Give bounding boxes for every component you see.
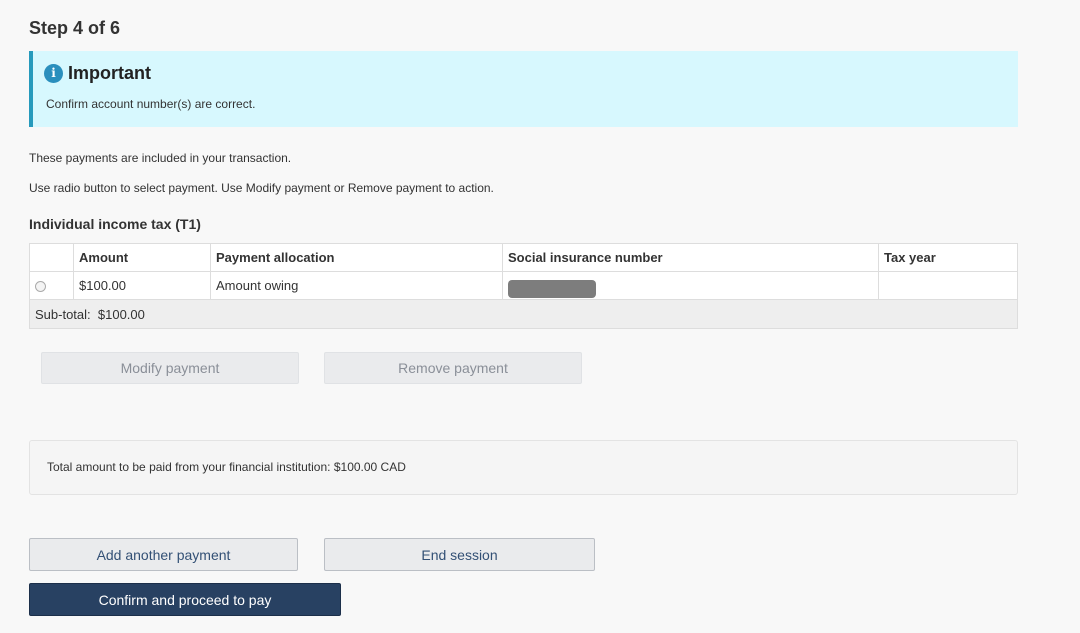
table-header-row: Amount Payment allocation Social insuran…: [29, 243, 1018, 272]
end-session-button[interactable]: End session: [324, 538, 595, 571]
header-tax-year: Tax year: [878, 243, 1018, 272]
alert-header: i Important: [44, 63, 151, 84]
total-label: Total amount to be paid from your financ…: [47, 460, 331, 474]
subtotal-label: Sub-total:: [35, 306, 91, 322]
amount-cell: $100.00: [73, 271, 211, 300]
info-icon: i: [44, 64, 63, 83]
intro-text: These payments are included in your tran…: [29, 151, 292, 165]
table-row: $100.00 Amount owing: [29, 271, 1018, 300]
subtotal-value: $100.00: [97, 306, 145, 322]
alert-title: Important: [68, 63, 151, 83]
payment-radio-button[interactable]: [35, 281, 46, 293]
remove-payment-button[interactable]: Remove payment: [324, 352, 582, 384]
alert-message: Confirm account number(s) are correct.: [46, 97, 256, 111]
instructions-text: Use radio button to select payment. Use …: [29, 181, 494, 195]
subtotal-row: Sub-total: $100.00: [29, 299, 1018, 329]
total-summary: Total amount to be paid from your financ…: [29, 440, 1018, 495]
step-indicator: Step 4 of 6: [29, 18, 121, 38]
redacted-sin: [508, 279, 596, 298]
header-select: [29, 243, 74, 272]
tax-year-cell: [878, 271, 1018, 300]
section-title: Individual income tax (T1): [29, 216, 201, 232]
header-payment-allocation: Payment allocation: [210, 243, 503, 272]
confirm-and-pay-button[interactable]: Confirm and proceed to pay: [29, 583, 341, 616]
header-social-insurance-number: Social insurance number: [502, 243, 879, 272]
header-amount: Amount: [73, 243, 211, 272]
modify-payment-button[interactable]: Modify payment: [41, 352, 299, 384]
subtotal-cell: Sub-total: $100.00: [29, 299, 1018, 329]
payment-review-page: Step 4 of 6 i Important Confirm account …: [0, 0, 1080, 633]
row-select-cell: [29, 271, 74, 300]
payments-table: Amount Payment allocation Social insuran…: [29, 243, 1018, 329]
important-alert: i Important Confirm account number(s) ar…: [29, 51, 1018, 127]
total-value: $100.00 CAD: [333, 460, 406, 474]
total-text: Total amount to be paid from your financ…: [47, 460, 406, 474]
sin-cell: [502, 271, 879, 300]
allocation-cell: Amount owing: [210, 271, 503, 300]
add-another-payment-button[interactable]: Add another payment: [29, 538, 298, 571]
